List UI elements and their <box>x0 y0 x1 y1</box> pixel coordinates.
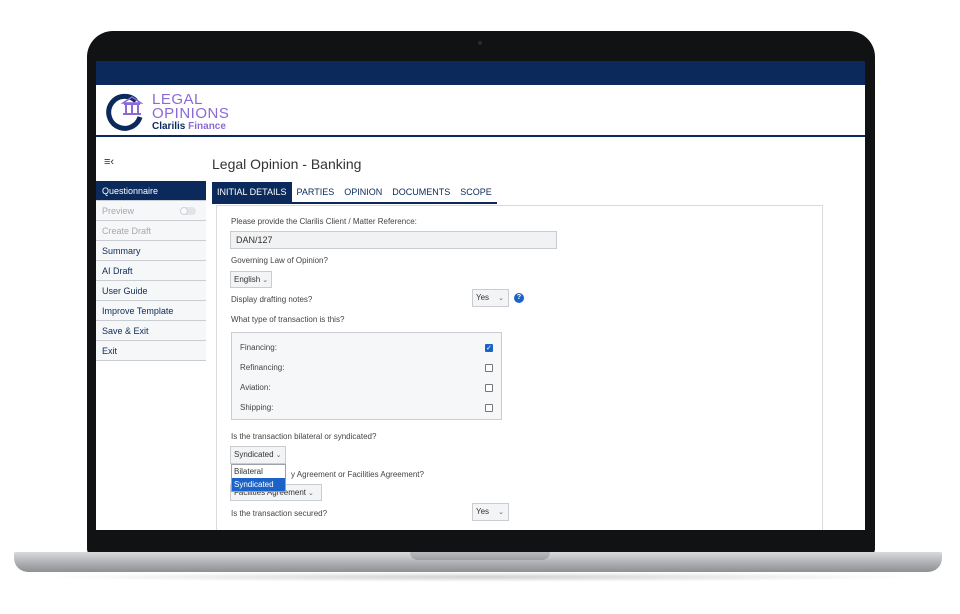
help-icon[interactable]: ? <box>514 293 524 303</box>
logo-text-opinions: OPINIONS <box>152 105 230 122</box>
laptop-notch <box>410 552 550 560</box>
checkbox-label: Refinancing: <box>240 363 285 372</box>
tab-bar: INITIAL DETAILS PARTIES OPINION DOCUMENT… <box>212 182 497 204</box>
checkbox-label: Financing: <box>240 343 277 352</box>
app-screen: LEGAL OPINIONS Clarilis Finance ≡‹ Quest… <box>96 61 865 530</box>
camera-icon <box>478 41 482 45</box>
bilateral-dropdown: Bilateral Syndicated <box>231 464 286 492</box>
transaction-type-label: What type of transaction is this? <box>231 315 345 324</box>
reference-label: Please provide the Clarilis Client / Mat… <box>231 217 417 226</box>
drafting-notes-label: Display drafting notes? <box>231 295 313 304</box>
drafting-notes-value: Yes <box>476 293 490 302</box>
chevron-down-icon: ⌄ <box>498 509 504 516</box>
sidebar: Questionnaire Preview Create Draft Summa… <box>96 181 206 361</box>
aviation-checkbox[interactable] <box>485 384 493 392</box>
checkbox-row-refinancing[interactable]: Refinancing: <box>240 361 495 375</box>
bilateral-select[interactable]: Syndicated ⌄ <box>230 446 286 464</box>
bilateral-label: Is the transaction bilateral or syndicat… <box>231 432 377 441</box>
checkbox-row-financing[interactable]: Financing: <box>240 341 495 356</box>
secured-label: Is the transaction secured? <box>231 509 328 518</box>
governing-law-select[interactable]: English ⌄ <box>230 271 272 288</box>
checkbox-row-aviation[interactable]: Aviation: <box>240 381 495 395</box>
checkbox-row-shipping[interactable]: Shipping: <box>240 401 495 415</box>
tab-parties[interactable]: PARTIES <box>292 182 340 202</box>
secured-select[interactable]: Yes ⌄ <box>472 503 509 521</box>
sidebar-item-preview[interactable]: Preview <box>96 201 206 221</box>
sidebar-item-improve-template[interactable]: Improve Template <box>96 301 206 321</box>
top-bar <box>96 61 865 85</box>
sidebar-item-create-draft[interactable]: Create Draft <box>96 221 206 241</box>
laptop-shadow <box>40 572 920 582</box>
menu-collapse-icon[interactable]: ≡‹ <box>104 157 118 168</box>
chevron-down-icon: ⌄ <box>262 277 269 284</box>
secured-value: Yes <box>476 507 490 516</box>
logo-brand-name: Clarilis <box>152 121 186 132</box>
preview-toggle[interactable] <box>180 207 196 215</box>
bilateral-value: Syndicated <box>234 450 274 459</box>
tab-opinion[interactable]: OPINION <box>339 182 387 202</box>
sidebar-item-label: Preview <box>102 206 135 216</box>
shipping-checkbox[interactable] <box>485 404 493 412</box>
tab-initial-details[interactable]: INITIAL DETAILS <box>212 182 292 202</box>
reference-input[interactable]: DAN/127 <box>230 231 557 249</box>
option-syndicated[interactable]: Syndicated <box>232 478 285 491</box>
app-header: LEGAL OPINIONS Clarilis Finance <box>96 85 865 137</box>
sidebar-item-user-guide[interactable]: User Guide <box>96 281 206 301</box>
logo-icon <box>106 93 144 131</box>
sidebar-item-save-exit[interactable]: Save & Exit <box>96 321 206 341</box>
sidebar-item-summary[interactable]: Summary <box>96 241 206 261</box>
sidebar-item-ai-draft[interactable]: AI Draft <box>96 261 206 281</box>
governing-law-label: Governing Law of Opinion? <box>231 256 328 265</box>
refinancing-checkbox[interactable] <box>485 364 493 372</box>
checkbox-label: Shipping: <box>240 403 274 412</box>
chevron-down-icon: ⌄ <box>498 295 504 302</box>
governing-law-value: English <box>234 275 261 284</box>
chevron-down-icon: ⌄ <box>275 452 282 459</box>
tab-scope[interactable]: SCOPE <box>455 182 497 202</box>
checkbox-label: Aviation: <box>240 383 271 392</box>
agreement-label: y Agreement or Facilities Agreement? <box>291 470 424 479</box>
chevron-down-icon: ⌄ <box>308 490 314 497</box>
sidebar-item-questionnaire[interactable]: Questionnaire <box>96 181 206 201</box>
option-bilateral[interactable]: Bilateral <box>232 465 285 478</box>
page-title: Legal Opinion - Banking <box>212 156 362 172</box>
drafting-notes-select[interactable]: Yes ⌄ <box>472 289 509 307</box>
transaction-type-group: Financing: Refinancing: Aviation: Shippi… <box>231 332 502 420</box>
logo-brand: Clarilis Finance <box>152 121 226 132</box>
sidebar-item-exit[interactable]: Exit <box>96 341 206 361</box>
financing-checkbox[interactable] <box>485 342 493 356</box>
logo-brand-accent: Finance <box>188 121 226 132</box>
tab-documents[interactable]: DOCUMENTS <box>387 182 455 202</box>
